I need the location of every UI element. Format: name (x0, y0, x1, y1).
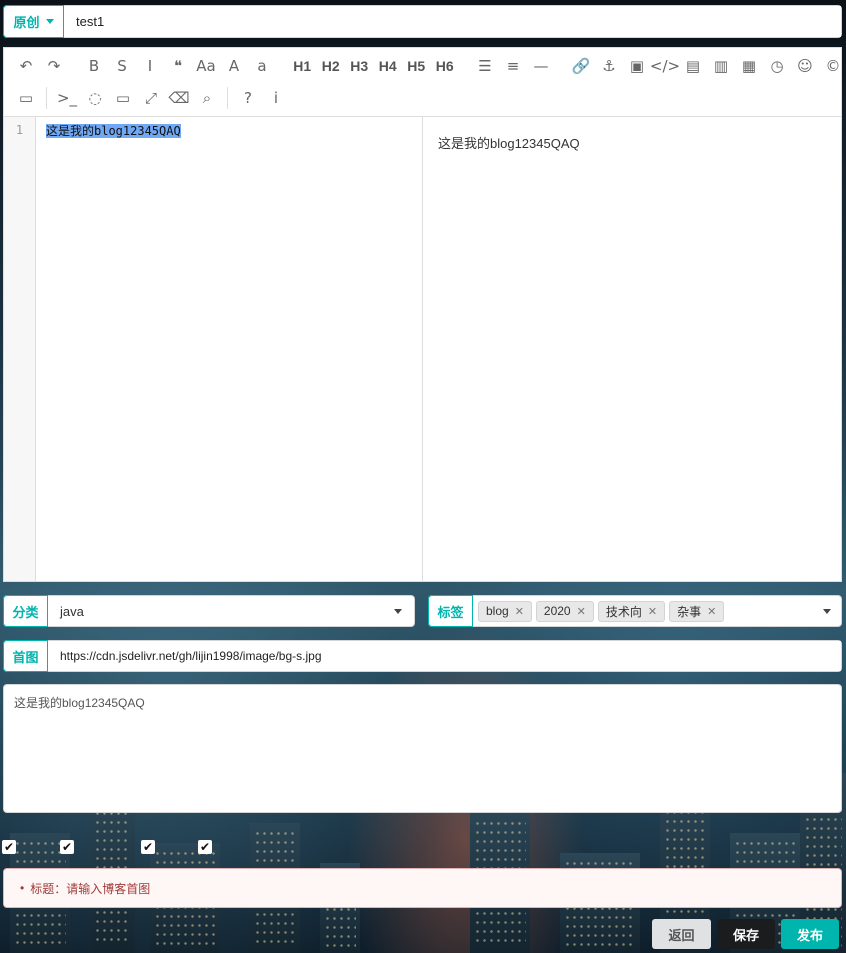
anchor-icon[interactable]: ⚓ (595, 52, 623, 80)
description-text: 这是我的blog12345QAQ (14, 696, 145, 710)
options-checkboxes: ✔ ✔ ✔ ✔ (2, 840, 212, 854)
selected-code-text: 这是我的blog12345QAQ (46, 124, 181, 138)
heading-h5-button[interactable]: H5 (402, 52, 431, 80)
info-icon[interactable]: i (262, 84, 290, 112)
datetime-icon[interactable]: ◷ (763, 52, 791, 80)
heading-h6-button[interactable]: H6 (431, 52, 460, 80)
editor-panes: 1 这是我的blog12345QAQ 这是我的blog12345QAQ (4, 117, 841, 581)
remove-tag-icon[interactable]: ✕ (515, 605, 524, 618)
list-ol-icon[interactable]: ≡ (499, 52, 527, 80)
category-value: java (60, 603, 84, 619)
bold-icon[interactable]: B (80, 52, 108, 80)
description-textarea[interactable]: 这是我的blog12345QAQ (3, 684, 842, 813)
checkbox-1[interactable]: ✔ (2, 840, 16, 854)
tags-field: 标签 blog ✕ 2020 ✕ 技术向 ✕ 杂事 ✕ (428, 595, 842, 627)
undo-icon[interactable]: ↶ (12, 52, 40, 80)
html-entities-icon[interactable]: © (819, 52, 846, 80)
chevron-down-icon (45, 19, 54, 24)
tag-chip: 技术向 ✕ (597, 600, 666, 622)
category-dropdown[interactable]: java (48, 596, 414, 626)
lowercase-icon[interactable]: a (248, 52, 276, 80)
uppercase-icon[interactable]: Aa (192, 52, 220, 80)
watch-icon[interactable]: ◌ (81, 84, 109, 112)
save-button[interactable]: 保存 (717, 919, 775, 949)
ucwords-icon[interactable]: A (220, 52, 248, 80)
toolbar-row-1: ↶ ↷ B S I ❝ Aa Aa H1 H2 H3 H4 H5 H6 ☰ ≡ — 🔗 ⚓ ▣ </> ▤ ▥ ▦ ◷ ☺ © (12, 50, 841, 82)
category-field: 分类 java (3, 595, 415, 627)
code-icon[interactable]: </> (650, 52, 680, 80)
toolbar-row-2: ▭ >_ ◌ ▭ ⤢ ⌫ ⌕? i (12, 82, 837, 114)
tag-chip: blog ✕ (478, 600, 532, 622)
publish-button[interactable]: 发布 (781, 919, 839, 949)
heading-h2-button[interactable]: H2 (317, 52, 346, 80)
help-icon[interactable]: ? (234, 84, 262, 112)
chevron-down-icon (823, 609, 831, 614)
terminal-icon[interactable]: >_ (53, 84, 81, 112)
quote-icon[interactable]: ❝ (164, 52, 192, 80)
pagebreak-icon[interactable]: ▭ (12, 84, 40, 112)
title-input[interactable] (64, 6, 841, 37)
heading-h1-button[interactable]: H1 (288, 52, 317, 80)
redo-icon[interactable]: ↷ (40, 52, 68, 80)
tag-chip: 2020 ✕ (535, 600, 594, 622)
link-icon[interactable]: 🔗 (567, 52, 595, 80)
line-number: 1 (15, 123, 24, 137)
title-row: 原创 (3, 5, 842, 38)
back-button[interactable]: 返回 (652, 919, 711, 949)
heading-h4-button[interactable]: H4 (374, 52, 403, 80)
cover-url-input[interactable] (48, 641, 841, 671)
markdown-preview: 这是我的blog12345QAQ (423, 117, 841, 581)
tag-label: 技术向 (605, 604, 642, 619)
error-text: 标题：请输入博客首图 (30, 881, 151, 896)
preformatted-icon[interactable]: ▤ (679, 52, 707, 80)
checkbox-2[interactable]: ✔ (60, 840, 74, 854)
tags-label: 标签 (428, 595, 473, 627)
action-buttons: 返回 保存 发布 (652, 919, 839, 949)
italic-icon[interactable]: I (136, 52, 164, 80)
tag-label: 2020 (543, 604, 571, 618)
toolbar-separator (227, 87, 228, 109)
cover-label: 首图 (3, 640, 48, 672)
tag-label: 杂事 (677, 604, 702, 619)
article-type-label: 原创 (13, 15, 40, 30)
toolbar-separator (46, 87, 47, 109)
error-message: • 标题：请输入博客首图 (3, 868, 842, 908)
emoji-icon[interactable]: ☺ (791, 52, 819, 80)
cover-image-field: 首图 (3, 640, 842, 672)
list-ul-icon[interactable]: ☰ (471, 52, 499, 80)
category-label: 分类 (3, 595, 48, 627)
editor-toolbar: ↶ ↷ B S I ❝ Aa Aa H1 H2 H3 H4 H5 H6 ☰ ≡ — 🔗 ⚓ ▣ </> ▤ ▥ ▦ ◷ ☺ © ▭ >… (4, 48, 841, 117)
code-block-icon[interactable]: ▥ (707, 52, 735, 80)
article-type-dropdown[interactable]: 原创 (3, 5, 64, 38)
error-bullet: • (20, 881, 25, 895)
remove-tag-icon[interactable]: ✕ (648, 605, 657, 618)
table-icon[interactable]: ▦ (735, 52, 763, 80)
markdown-editor: ↶ ↷ B S I ❝ Aa Aa H1 H2 H3 H4 H5 H6 ☰ ≡ — 🔗 ⚓ ▣ </> ▤ ▥ ▦ ◷ ☺ © ▭ >… (3, 47, 842, 582)
search-icon[interactable]: ⌕ (193, 84, 221, 112)
image-icon[interactable]: ▣ (623, 52, 651, 80)
markdown-input-area[interactable]: 这是我的blog12345QAQ (36, 117, 423, 581)
strikethrough-icon[interactable]: S (108, 52, 136, 80)
chevron-down-icon (394, 608, 402, 614)
checkbox-4[interactable]: ✔ (198, 840, 212, 854)
line-number-gutter: 1 (4, 117, 36, 581)
tag-label: blog (486, 604, 509, 618)
hr-icon[interactable]: — (527, 52, 555, 80)
preview-paragraph: 这是我的blog12345QAQ (438, 136, 580, 151)
fullscreen-icon[interactable]: ⤢ (137, 84, 165, 112)
tag-chip: 杂事 ✕ (669, 600, 725, 622)
remove-tag-icon[interactable]: ✕ (577, 605, 586, 618)
tags-dropdown[interactable]: blog ✕ 2020 ✕ 技术向 ✕ 杂事 ✕ (473, 596, 823, 626)
clear-icon[interactable]: ⌫ (165, 84, 193, 112)
checkbox-3[interactable]: ✔ (141, 840, 155, 854)
preview-icon[interactable]: ▭ (109, 84, 137, 112)
heading-h3-button[interactable]: H3 (345, 52, 374, 80)
remove-tag-icon[interactable]: ✕ (707, 605, 716, 618)
